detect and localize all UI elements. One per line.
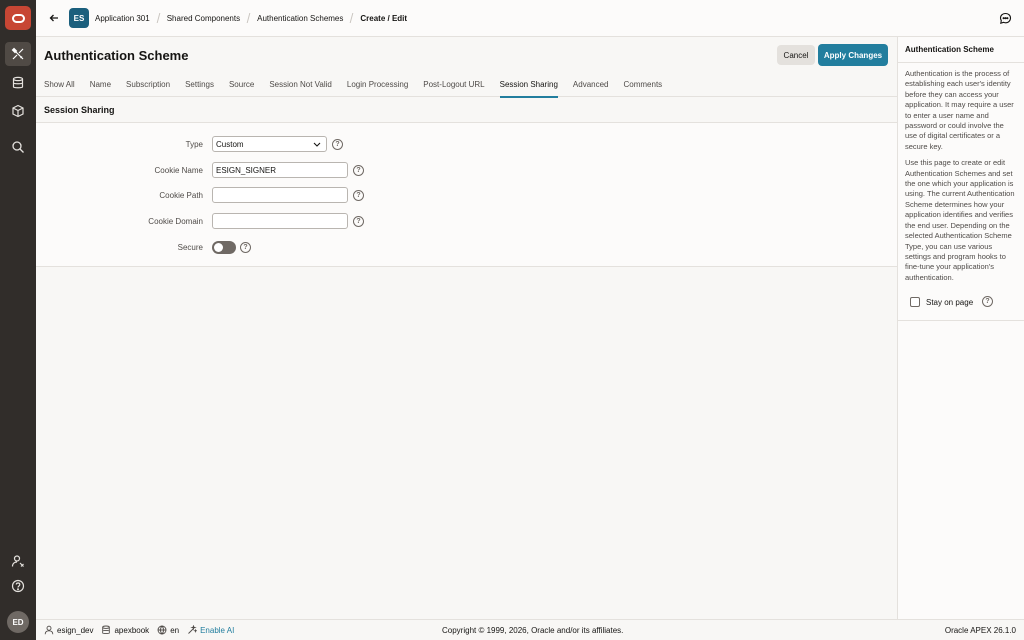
breadcrumb-separator: [246, 13, 251, 23]
top-header: ES Application 301 Shared Components Aut…: [36, 0, 1024, 37]
tab-show-all[interactable]: Show All: [44, 73, 75, 97]
sparkle-icon: [188, 625, 198, 634]
tab-login-processing[interactable]: Login Processing: [347, 73, 408, 97]
type-select-value: Custom: [216, 139, 244, 149]
footer-language[interactable]: en: [157, 625, 179, 635]
tab-source[interactable]: Source: [229, 73, 254, 97]
cookie-name-input[interactable]: ESIGN_SIGNER: [212, 162, 348, 178]
database-icon: [102, 625, 111, 635]
breadcrumb-separator: [156, 13, 161, 23]
toggle-knob: [214, 242, 223, 252]
back-arrow-icon[interactable]: [48, 12, 60, 24]
secure-label: Secure: [177, 242, 203, 252]
cookie-domain-row: Cookie Domain ?: [36, 211, 897, 231]
user-icon: [44, 625, 54, 635]
tab-subscription[interactable]: Subscription: [126, 73, 170, 97]
type-row: Type Custom ?: [36, 134, 897, 154]
cookie-path-label: Cookie Path: [159, 190, 203, 200]
type-help-icon[interactable]: ?: [332, 138, 343, 150]
secure-help-icon[interactable]: ?: [240, 241, 251, 253]
breadcrumb-shared-components[interactable]: Shared Components: [167, 14, 240, 23]
session-sharing-form: Type Custom ? Cookie Name ESIGN_SIGNER ?…: [36, 123, 897, 267]
help-panel-body: Authentication is the process of establi…: [898, 62, 1024, 309]
help-panel: Authentication Scheme Authentication is …: [897, 37, 1024, 619]
sql-workshop-icon[interactable]: [5, 71, 31, 95]
footer-user-name: esign_dev: [57, 625, 94, 635]
cookie-name-help-icon[interactable]: ?: [353, 164, 364, 176]
tab-session-sharing[interactable]: Session Sharing: [499, 73, 559, 98]
app-builder-icon[interactable]: [5, 42, 31, 66]
cancel-button[interactable]: Cancel: [777, 45, 815, 65]
stay-on-page-help-icon[interactable]: ?: [982, 296, 993, 308]
type-select[interactable]: Custom: [212, 136, 327, 152]
stay-on-page-label[interactable]: Stay on page: [926, 298, 973, 307]
page-title: Authentication Scheme: [44, 47, 189, 63]
breadcrumb-current: Create / Edit: [360, 13, 408, 23]
cookie-path-input[interactable]: [212, 187, 348, 203]
footer-workspace[interactable]: apexbook: [101, 625, 149, 635]
search-icon[interactable]: [5, 135, 31, 159]
footer-user[interactable]: esign_dev: [44, 625, 93, 635]
globe-icon: [157, 625, 167, 635]
tab-comments[interactable]: Comments: [624, 73, 663, 97]
type-label: Type: [185, 139, 203, 149]
main-content: Authentication Scheme Cancel Apply Chang…: [36, 37, 897, 619]
breadcrumb-application[interactable]: Application 301: [95, 14, 150, 23]
breadcrumb-authentication-schemes[interactable]: Authentication Schemes: [257, 14, 343, 23]
cookie-name-label: Cookie Name: [154, 165, 203, 175]
page-header: Authentication Scheme Cancel Apply Chang…: [36, 37, 897, 73]
tab-post-logout-url[interactable]: Post-Logout URL: [423, 73, 484, 97]
app-badge[interactable]: ES: [69, 8, 89, 28]
cookie-domain-help-icon[interactable]: ?: [353, 215, 364, 227]
footer-language-code: en: [170, 625, 180, 635]
stay-on-page-option: Stay on page ?: [905, 295, 1017, 309]
footer-workspace-name: apexbook: [114, 625, 150, 635]
cookie-path-row: Cookie Path ?: [36, 185, 897, 205]
tab-advanced[interactable]: Advanced: [573, 73, 609, 97]
cookie-domain-input[interactable]: [212, 213, 348, 229]
apply-changes-button[interactable]: Apply Changes: [818, 44, 888, 66]
tab-bar: Show All Name Subscription Settings Sour…: [36, 73, 897, 98]
footer-enable-ai[interactable]: Enable AI: [187, 625, 234, 635]
tab-settings[interactable]: Settings: [185, 73, 214, 97]
help-panel-title: Authentication Scheme: [905, 45, 994, 54]
oracle-logo-icon[interactable]: [5, 6, 31, 30]
breadcrumb: Application 301 Shared Components Authen…: [95, 13, 407, 23]
breadcrumb-separator: [350, 13, 354, 23]
chevron-down-icon: [313, 142, 321, 147]
secure-row: Secure ?: [36, 237, 897, 257]
copyright-text: Copyright © 1999, 2026, Oracle and/or it…: [442, 625, 624, 635]
chat-icon[interactable]: [999, 12, 1012, 25]
enable-ai-link: Enable AI: [200, 625, 235, 635]
cookie-name-row: Cookie Name ESIGN_SIGNER ?: [36, 160, 897, 180]
cookie-domain-label: Cookie Domain: [148, 216, 203, 226]
region-title: Session Sharing: [36, 97, 897, 123]
stay-on-page-checkbox[interactable]: [910, 297, 920, 308]
help-panel-divider: [898, 320, 1024, 321]
left-navigation-rail: ED: [0, 0, 36, 640]
avatar[interactable]: ED: [7, 611, 29, 633]
help-icon[interactable]: [5, 574, 31, 598]
help-paragraph: Use this page to create or edit Authenti…: [905, 158, 1015, 282]
secure-toggle[interactable]: [212, 240, 236, 254]
tab-session-not-valid[interactable]: Session Not Valid: [269, 73, 332, 97]
tab-name[interactable]: Name: [90, 73, 111, 97]
help-paragraph: Authentication is the process of establi…: [905, 69, 1014, 151]
admin-icon[interactable]: [5, 549, 31, 573]
version-text: Oracle APEX 26.1.0: [944, 625, 1016, 635]
gallery-icon[interactable]: [5, 99, 31, 123]
footer: esign_dev apexbook en Enable AI Copyrigh…: [36, 619, 1024, 640]
cookie-path-help-icon[interactable]: ?: [353, 189, 364, 201]
